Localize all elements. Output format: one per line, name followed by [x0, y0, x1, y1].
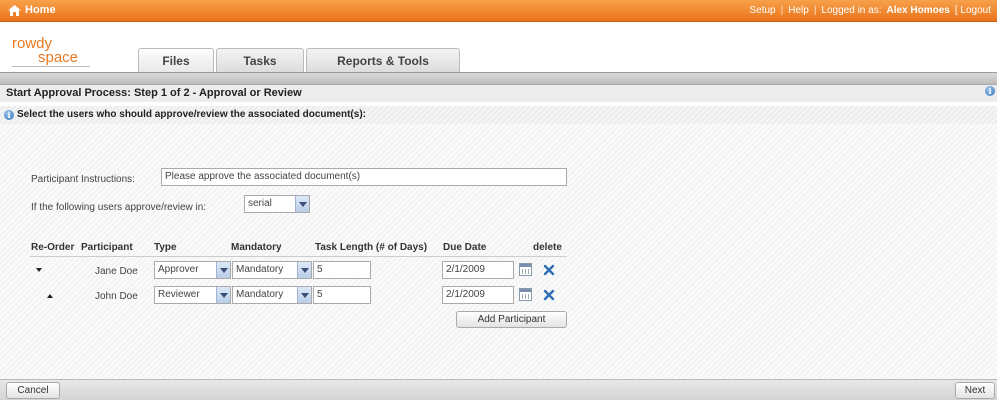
chevron-down-icon[interactable] — [297, 287, 311, 303]
page-title: Start Approval Process: Step 1 of 2 - Ap… — [6, 87, 302, 99]
footer-bar — [0, 379, 997, 400]
main-tabs: Files Tasks Reports & Tools — [138, 48, 460, 72]
cancel-button[interactable]: Cancel — [6, 382, 60, 399]
type-select-value: Approver — [158, 264, 199, 275]
mandatory-select-value: Mandatory — [236, 264, 284, 275]
order-select-value: serial — [248, 198, 272, 209]
home-link[interactable]: Home — [8, 4, 56, 16]
tab-files[interactable]: Files — [138, 48, 214, 72]
setup-link[interactable]: Setup — [749, 5, 775, 16]
user-name: Alex Homoes — [886, 5, 950, 16]
separator: | — [780, 5, 784, 16]
mandatory-select[interactable]: Mandatory — [232, 286, 312, 304]
top-links: Setup | Help | Logged in as: Alex Homoes… — [749, 5, 991, 16]
chevron-down-icon[interactable] — [295, 196, 309, 212]
order-select[interactable]: serial — [244, 195, 310, 213]
chevron-down-icon[interactable] — [216, 262, 230, 278]
header-participant: Participant — [81, 242, 133, 253]
next-button[interactable]: Next — [955, 382, 995, 399]
rowdyspace-logo: rowdy space — [12, 36, 92, 67]
nav-strip — [0, 72, 997, 85]
subtitle: i Select the users who should approve/re… — [4, 109, 366, 120]
chevron-down-icon[interactable] — [297, 262, 311, 278]
tab-tasks[interactable]: Tasks — [216, 48, 304, 72]
delete-icon[interactable] — [543, 264, 555, 276]
due-date-input[interactable]: 2/1/2009 — [442, 286, 514, 304]
logo-line-2: space — [38, 49, 79, 66]
info-icon: i — [985, 86, 995, 96]
header-delete: delete — [533, 242, 562, 253]
header-task-length: Task Length (# of Days) — [315, 242, 428, 253]
subtitle-bar: i Select the users who should approve/re… — [0, 106, 997, 124]
move-down-arrow-icon[interactable] — [36, 268, 42, 272]
delete-icon[interactable] — [543, 289, 555, 301]
header-type: Type — [154, 242, 177, 253]
help-link[interactable]: Help — [788, 5, 809, 16]
add-participant-button[interactable]: Add Participant — [456, 311, 567, 328]
calendar-icon[interactable] — [519, 288, 532, 301]
top-bar: Home Setup | Help | Logged in as: Alex H… — [0, 0, 997, 22]
separator: | — [813, 5, 817, 16]
task-length-input[interactable]: 5 — [313, 286, 371, 304]
subtitle-text: Select the users who should approve/revi… — [17, 109, 366, 120]
chevron-down-icon[interactable] — [216, 287, 230, 303]
type-select-value: Reviewer — [158, 289, 200, 300]
logout-link[interactable]: [ Logout — [955, 5, 991, 16]
content-area — [0, 124, 997, 379]
order-label: If the following users approve/review in… — [31, 202, 207, 213]
header-divider — [30, 256, 567, 257]
due-date-input[interactable]: 2/1/2009 — [442, 261, 514, 279]
logged-in-label: Logged in as: — [821, 5, 882, 16]
calendar-icon[interactable] — [519, 263, 532, 276]
task-length-input[interactable]: 5 — [313, 261, 371, 279]
mandatory-select[interactable]: Mandatory — [232, 261, 312, 279]
participant-name: Jane Doe — [95, 266, 138, 277]
instructions-label: Participant Instructions: — [31, 174, 135, 185]
tab-reports-tools[interactable]: Reports & Tools — [306, 48, 460, 72]
header-due-date: Due Date — [443, 242, 487, 253]
header-mandatory: Mandatory — [231, 242, 282, 253]
type-select[interactable]: Reviewer — [154, 286, 231, 304]
logo-underline — [12, 66, 90, 67]
move-up-arrow-icon[interactable] — [47, 294, 53, 298]
home-label: Home — [25, 4, 56, 16]
header-reorder: Re-Order — [31, 242, 75, 253]
mandatory-select-value: Mandatory — [236, 289, 284, 300]
info-icon: i — [4, 109, 14, 120]
help-info-icon[interactable]: i — [985, 86, 995, 96]
title-bar: Start Approval Process: Step 1 of 2 - Ap… — [0, 85, 997, 102]
home-icon — [8, 4, 21, 16]
type-select[interactable]: Approver — [154, 261, 231, 279]
instructions-input[interactable]: Please approve the associated document(s… — [161, 168, 567, 186]
participant-name: John Doe — [95, 291, 138, 302]
